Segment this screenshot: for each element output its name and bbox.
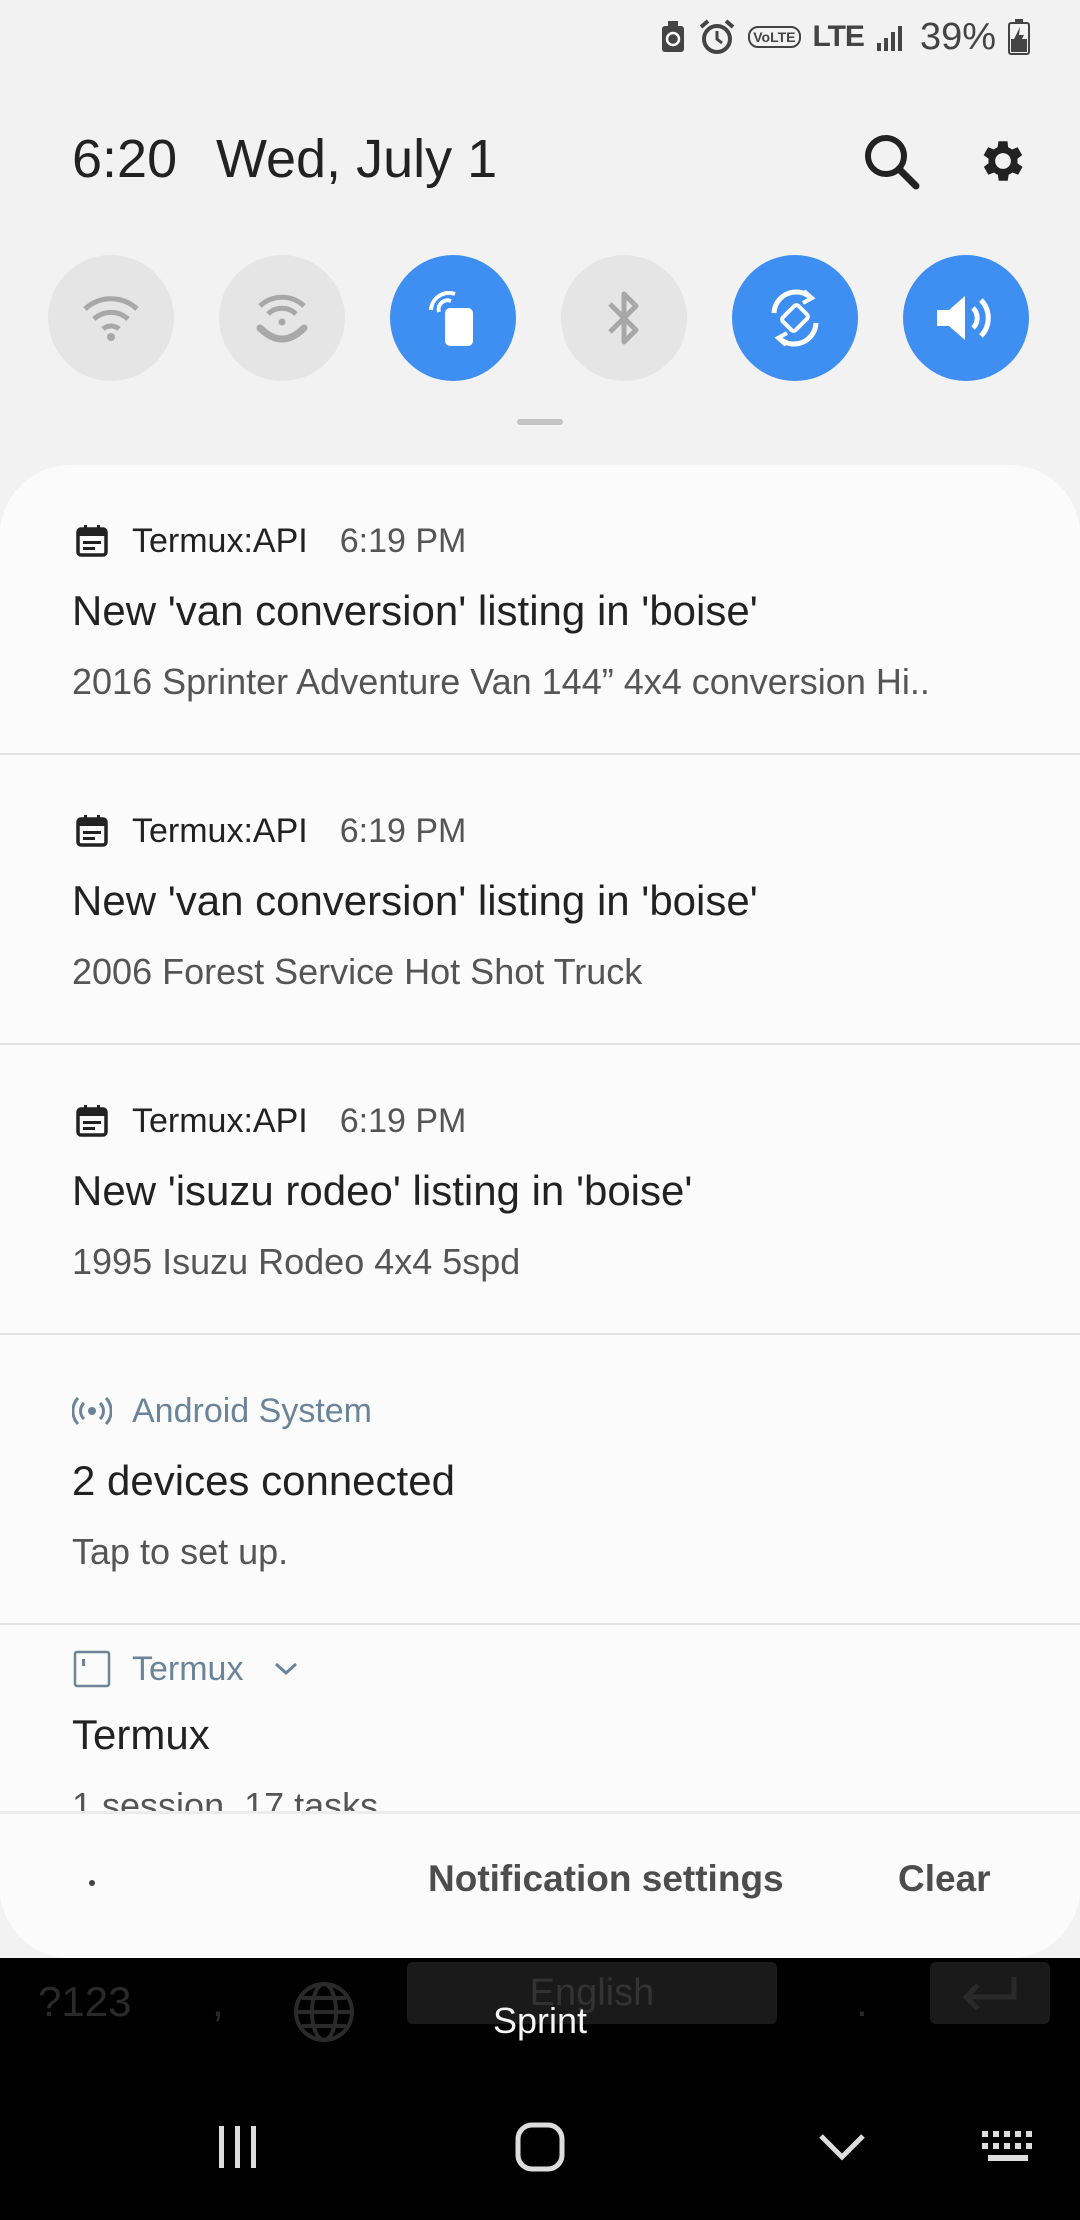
notification-item[interactable]: Termux:API 6:19 PM New 'van conversion' … (0, 755, 1080, 1045)
volte-indicator: VoLTE (748, 26, 801, 48)
notification-title: 2 devices connected (72, 1457, 455, 1504)
settings-button[interactable] (968, 126, 1038, 196)
keyboard-switch-button[interactable] (970, 2117, 1050, 2177)
broadcast-icon (72, 1391, 112, 1431)
panel-footer: Notification settings Clear (0, 1811, 1080, 1958)
status-bar: VoLTE LTE 39% (0, 0, 1080, 72)
drag-handle[interactable] (517, 419, 563, 425)
notification-title: New 'van conversion' listing in 'boise' (72, 877, 758, 924)
chevron-down-icon (819, 2134, 865, 2161)
home-icon (515, 2122, 565, 2172)
notification-panel: Termux:API 6:19 PM New 'van conversion' … (0, 465, 1080, 1958)
notification-header: Android System (72, 1391, 372, 1431)
notification-app-name: Android System (132, 1391, 372, 1430)
notification-header: Termux:API 6:19 PM (72, 1101, 466, 1141)
clock: 6:20 (72, 129, 178, 189)
notification-app-name: Termux (132, 1649, 244, 1688)
alarm-icon (699, 19, 735, 54)
back-button[interactable] (802, 2117, 882, 2177)
notification-item[interactable]: Termux Termux 1 session, 17 tasks (0, 1625, 1080, 1827)
notification-app-name: Termux:API (132, 521, 308, 560)
bluetooth-icon (608, 291, 639, 345)
recycle-icon (662, 21, 685, 52)
gear-icon (983, 141, 1023, 181)
quick-toggles (48, 255, 1032, 381)
notification-header: Termux (72, 1649, 299, 1689)
signal-icon (876, 26, 902, 51)
notification-body: Tap to set up. (72, 1531, 289, 1572)
navigation-bar (0, 2075, 1080, 2220)
sound-toggle[interactable] (903, 255, 1029, 381)
home-button[interactable] (500, 2117, 580, 2177)
volume-icon (937, 296, 991, 340)
recents-button[interactable] (198, 2117, 278, 2177)
notification-body: 2006 Forest Service Hot Shot Truck (72, 951, 643, 992)
calendar-icon (72, 1101, 112, 1141)
battery-charging-icon (1008, 19, 1030, 55)
auto-rotate-icon (771, 289, 819, 347)
network-type: LTE (812, 20, 865, 53)
quick-settings-header: 6:20 Wed, July 1 (72, 120, 1040, 200)
auto-rotate-toggle[interactable] (732, 255, 858, 381)
screen-mirroring-toggle[interactable] (390, 255, 516, 381)
wifi-calling-toggle[interactable] (219, 255, 345, 381)
page-indicator-dot (89, 1880, 95, 1886)
notification-app-name: Termux:API (132, 811, 308, 850)
calendar-icon (72, 521, 112, 561)
notification-header: Termux:API 6:19 PM (72, 521, 466, 561)
notification-time: 6:19 PM (339, 1101, 467, 1140)
notification-app-name: Termux:API (132, 1101, 308, 1140)
notification-item[interactable]: Termux:API 6:19 PM New 'isuzu rodeo' lis… (0, 1045, 1080, 1335)
expand-chevron-icon[interactable] (273, 1661, 299, 1677)
notification-body: 2016 Sprinter Adventure Van 144” 4x4 con… (72, 661, 930, 702)
terminal-icon (72, 1649, 112, 1689)
notification-header: Termux:API 6:19 PM (72, 811, 466, 851)
notification-settings-button[interactable]: Notification settings (428, 1858, 784, 1900)
notification-title: New 'isuzu rodeo' listing in 'boise' (72, 1167, 693, 1214)
search-icon (865, 135, 920, 190)
status-icons: VoLTE LTE 39% (660, 14, 1030, 60)
search-button[interactable] (856, 126, 926, 196)
notification-time: 6:19 PM (339, 811, 467, 850)
screen-mirroring-icon (429, 290, 473, 346)
notification-title: New 'van conversion' listing in 'boise' (72, 587, 758, 634)
calendar-icon (72, 811, 112, 851)
notification-title: Termux (72, 1711, 210, 1758)
keyboard-icon (982, 2131, 1032, 2161)
notification-time: 6:19 PM (339, 521, 467, 560)
battery-percentage: 39% (919, 15, 996, 58)
wifi-calling-icon (256, 294, 308, 343)
recents-icon (219, 2126, 256, 2168)
notification-item[interactable]: Android System 2 devices connected Tap t… (0, 1335, 1080, 1625)
notification-item[interactable]: Termux:API 6:19 PM New 'van conversion' … (0, 465, 1080, 755)
notification-body: 1995 Isuzu Rodeo 4x4 5spd (72, 1241, 521, 1282)
clear-button[interactable]: Clear (898, 1858, 991, 1900)
date[interactable]: Wed, July 1 (216, 128, 497, 190)
carrier-label: Sprint (492, 2000, 588, 2041)
bluetooth-toggle[interactable] (561, 255, 687, 381)
wifi-toggle[interactable] (48, 255, 174, 381)
wifi-icon (83, 296, 139, 341)
